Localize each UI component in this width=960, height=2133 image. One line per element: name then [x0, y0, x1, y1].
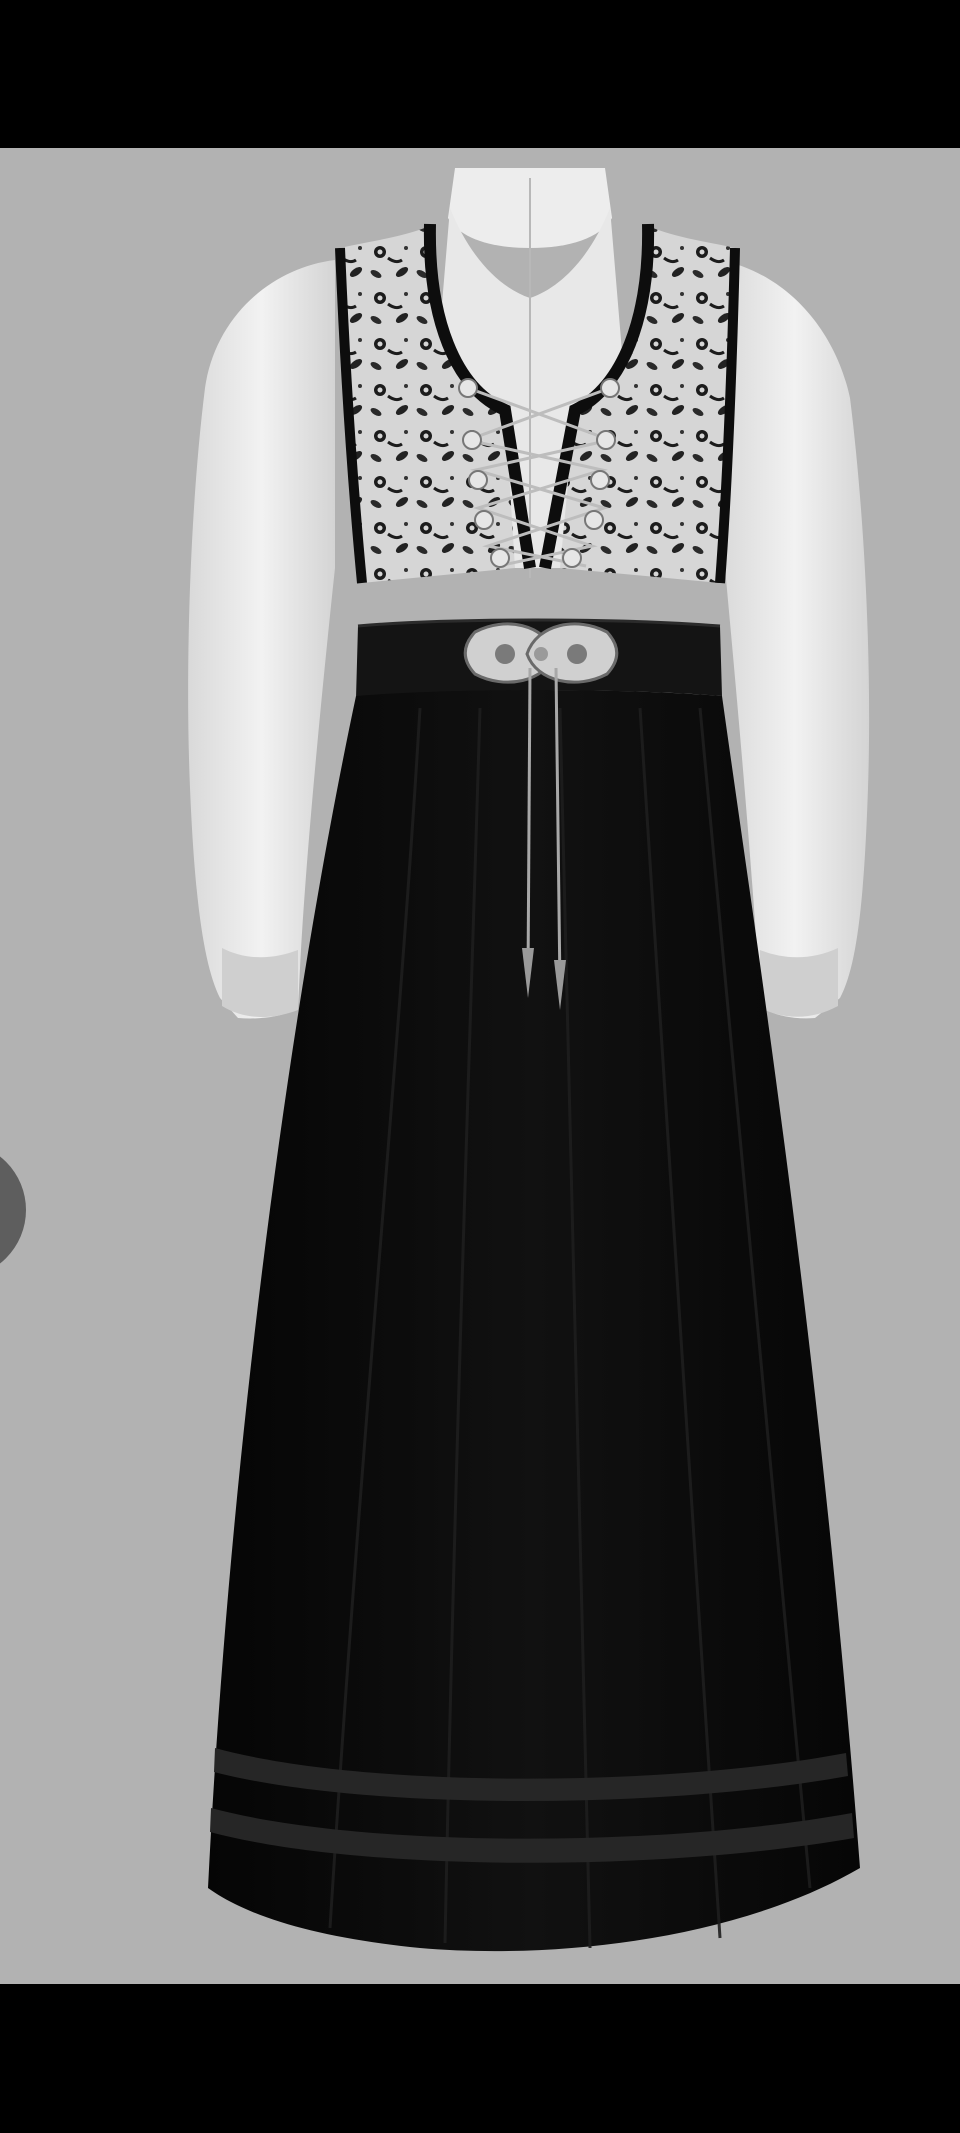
- top-black-bar: [0, 0, 960, 148]
- bottom-black-bar: [0, 1984, 960, 2133]
- silver-buckle: [463, 622, 619, 684]
- image-viewer-screen: [0, 0, 960, 2133]
- photo-image[interactable]: [0, 148, 960, 1984]
- left-sleeve: [188, 260, 335, 1019]
